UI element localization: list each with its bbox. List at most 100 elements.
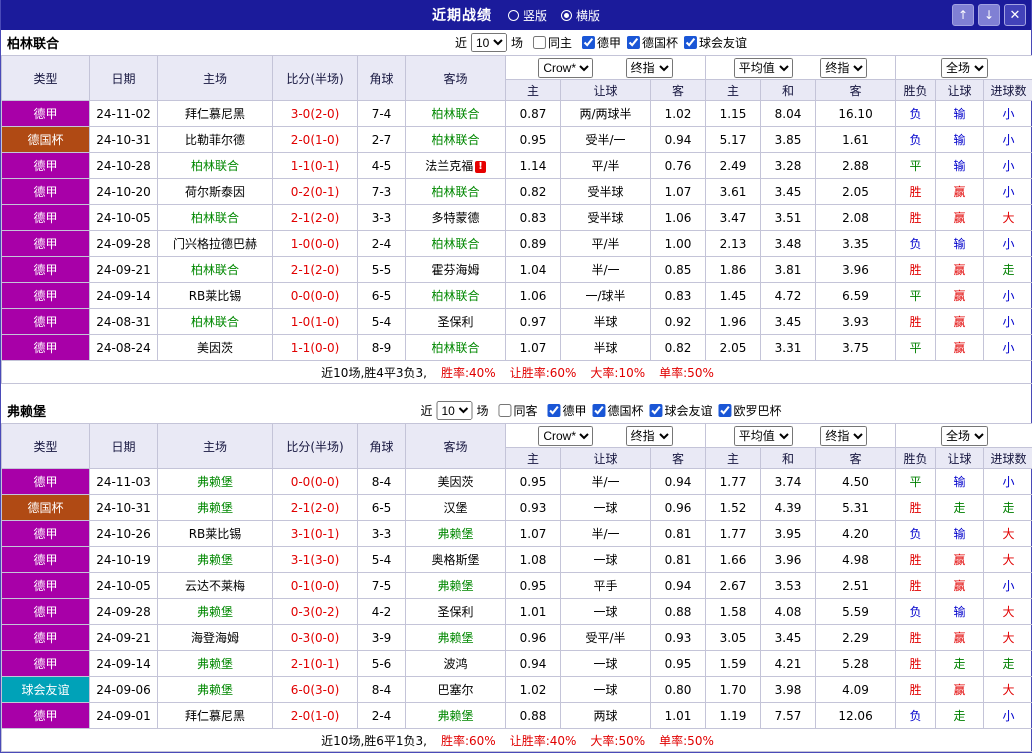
corner-cell: 7-3	[358, 179, 406, 205]
away-team-cell: 柏林联合	[406, 127, 506, 153]
handicap-company-select[interactable]: Crow*	[538, 426, 593, 446]
date-cell: 24-09-14	[90, 283, 158, 309]
league-cell: 德甲	[2, 521, 90, 547]
date-cell: 24-09-21	[90, 625, 158, 651]
handicap-result-cell: 赢	[936, 573, 984, 599]
corner-cell: 2-4	[358, 231, 406, 257]
goals-result-cell: 走	[984, 495, 1032, 521]
same-venue-filter[interactable]: 同主	[527, 34, 572, 51]
handicap-final-select[interactable]: 终指	[626, 426, 673, 446]
league-checkbox[interactable]	[627, 36, 640, 49]
view-mode-radio[interactable]: 横版	[561, 7, 600, 24]
col-header-handicap-result: 让球	[936, 80, 984, 101]
unit-label: 场	[511, 34, 523, 51]
league-cell: 德国杯	[2, 495, 90, 521]
section-header: 弗赖堡 近 10 场 同客 德甲德国杯球会友谊欧罗巴杯	[1, 398, 1031, 423]
view-mode-radio[interactable]: 竖版	[508, 7, 547, 24]
handicap-away-odds-cell: 0.80	[651, 677, 706, 703]
handicap-home-odds-cell: 0.93	[506, 495, 561, 521]
league-filter[interactable]: 德国杯	[587, 402, 644, 419]
section-header: 柏林联合 近 10 场 同主 德甲德国杯球会友谊	[1, 30, 1031, 55]
same-venue-checkbox[interactable]	[533, 36, 546, 49]
same-venue-checkbox[interactable]	[498, 404, 511, 417]
league-checkbox[interactable]	[547, 404, 560, 417]
league-filter[interactable]: 德甲	[576, 34, 621, 51]
home-team-cell: 荷尔斯泰因	[158, 179, 273, 205]
outcome-cell: 胜	[896, 547, 936, 573]
euro-home-odds-cell: 3.47	[706, 205, 761, 231]
results-table: 类型 日期 主场 比分(半场) 角球 客场 Crow* 终指 平均值 终指	[1, 55, 1032, 384]
handicap-away-odds-cell: 0.88	[651, 599, 706, 625]
handicap-line-cell: 一球	[561, 495, 651, 521]
corner-cell: 5-6	[358, 651, 406, 677]
col-header-outcome: 胜负	[896, 80, 936, 101]
league-checkbox[interactable]	[684, 36, 697, 49]
handicap-home-odds-cell: 0.96	[506, 625, 561, 651]
col-header-ah-home: 主	[506, 80, 561, 101]
scope-select[interactable]: 全场	[941, 426, 988, 446]
league-checkbox[interactable]	[650, 404, 663, 417]
handicap-away-odds-cell: 0.92	[651, 309, 706, 335]
league-cell: 德甲	[2, 205, 90, 231]
euro-company-select[interactable]: 平均值	[734, 426, 793, 446]
league-label: 德甲	[562, 402, 586, 419]
league-filter[interactable]: 德甲	[541, 402, 586, 419]
league-filter[interactable]: 球会友谊	[644, 402, 713, 419]
match-count-select[interactable]: 10	[436, 401, 472, 420]
league-filter[interactable]: 欧罗巴杯	[713, 402, 782, 419]
summary-stat: 让胜率:40%	[510, 734, 577, 748]
scope-select[interactable]: 全场	[941, 58, 988, 78]
summary-prefix: 近10场,胜4平3负3,	[321, 366, 427, 380]
euro-away-odds-cell: 2.88	[816, 153, 896, 179]
euro-company-select[interactable]: 平均值	[734, 58, 793, 78]
euro-final-select[interactable]: 终指	[820, 58, 867, 78]
col-header-corner: 角球	[358, 56, 406, 101]
euro-home-odds-cell: 1.70	[706, 677, 761, 703]
goals-result-cell: 小	[984, 101, 1032, 127]
date-cell: 24-10-05	[90, 205, 158, 231]
goals-result-cell: 大	[984, 677, 1032, 703]
euro-home-odds-cell: 1.52	[706, 495, 761, 521]
euro-final-select[interactable]: 终指	[820, 426, 867, 446]
home-team-cell: 弗赖堡	[158, 677, 273, 703]
league-filter[interactable]: 德国杯	[621, 34, 678, 51]
corner-cell: 8-4	[358, 677, 406, 703]
euro-away-odds-cell: 3.75	[816, 335, 896, 361]
match-row: 德甲24-10-26RB莱比锡3-1(0-1)3-3弗赖堡1.07半/一0.81…	[2, 521, 1032, 547]
euro-home-odds-cell: 1.86	[706, 257, 761, 283]
league-cell: 德甲	[2, 101, 90, 127]
move-down-button[interactable]: ↓	[978, 4, 1000, 26]
outcome-cell: 负	[896, 703, 936, 729]
league-checkbox[interactable]	[582, 36, 595, 49]
score-cell: 6-0(3-0)	[273, 677, 358, 703]
league-checkbox[interactable]	[593, 404, 606, 417]
euro-select-cell: 平均值 终指	[706, 56, 896, 80]
home-team-cell: 弗赖堡	[158, 599, 273, 625]
move-up-button[interactable]: ↑	[952, 4, 974, 26]
handicap-final-select[interactable]: 终指	[626, 58, 673, 78]
match-count-select[interactable]: 10	[471, 33, 507, 52]
close-button[interactable]: ✕	[1004, 4, 1026, 26]
date-cell: 24-10-19	[90, 547, 158, 573]
date-cell: 24-08-31	[90, 309, 158, 335]
handicap-line-cell: 半球	[561, 335, 651, 361]
section-team-title: 柏林联合	[7, 33, 59, 52]
euro-away-odds-cell: 5.31	[816, 495, 896, 521]
col-header-eu-away: 客	[816, 80, 896, 101]
handicap-away-odds-cell: 0.94	[651, 573, 706, 599]
league-filter[interactable]: 球会友谊	[678, 34, 747, 51]
away-team-cell: 法兰克福!	[406, 153, 506, 179]
away-team-cell: 柏林联合	[406, 283, 506, 309]
away-team-cell: 奥格斯堡	[406, 547, 506, 573]
corner-cell: 2-7	[358, 127, 406, 153]
league-checkbox[interactable]	[719, 404, 732, 417]
score-cell: 2-0(1-0)	[273, 127, 358, 153]
same-venue-filter[interactable]: 同客	[492, 402, 537, 419]
score-cell: 0-0(0-0)	[273, 469, 358, 495]
euro-draw-odds-cell: 3.96	[761, 547, 816, 573]
outcome-cell: 平	[896, 153, 936, 179]
handicap-company-select[interactable]: Crow*	[538, 58, 593, 78]
score-cell: 2-1(0-1)	[273, 651, 358, 677]
match-row: 德甲24-09-14弗赖堡2-1(0-1)5-6波鸿0.94一球0.951.59…	[2, 651, 1032, 677]
league-cell: 德甲	[2, 573, 90, 599]
